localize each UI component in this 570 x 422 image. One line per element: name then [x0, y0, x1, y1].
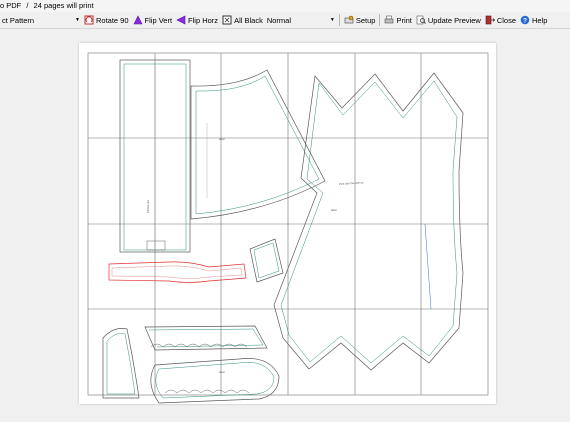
pattern-piece-curved-panel: label — [190, 69, 326, 220]
document-title: o PDF — [0, 1, 22, 10]
setup-label: Setup — [355, 15, 376, 25]
help-button[interactable]: ? Help — [518, 13, 549, 27]
setup-icon — [344, 15, 354, 24]
update-preview-icon — [416, 15, 426, 25]
mode-select[interactable]: Normal ▼ — [265, 14, 337, 26]
svg-text:label: label — [219, 370, 225, 374]
pattern-piece-body: Print with this side up label — [273, 72, 464, 371]
toolbar-separator — [379, 14, 381, 26]
status-bar: o PDF / 24 pages will print — [0, 0, 570, 12]
toolbar: ct Pattern ▼ Rotate 90 Flip Vert Flip Ho… — [0, 12, 570, 29]
pattern-piece-band — [144, 325, 268, 351]
flip-horz-label: Flip Horz — [188, 15, 219, 25]
pattern-select-value: ct Pattern — [2, 15, 35, 25]
svg-text:Print with this side up: Print with this side up — [339, 180, 364, 186]
close-label: Close — [496, 15, 516, 25]
dropdown-arrow-icon: ▼ — [329, 17, 335, 23]
pattern-select[interactable]: ct Pattern ▼ — [0, 14, 82, 26]
print-icon — [385, 15, 394, 24]
preview-sheet: Pattern text label Print with this side … — [79, 43, 496, 404]
close-icon — [485, 15, 495, 25]
toolbar-separator — [338, 14, 340, 26]
all-black-toggle[interactable]: All Black — [220, 13, 265, 27]
svg-text:label: label — [331, 208, 337, 212]
flip-vert-label: Flip Vert — [144, 15, 173, 25]
pattern-piece-red — [108, 261, 247, 283]
help-icon: ? — [520, 15, 530, 25]
rotate-button[interactable]: Rotate 90 — [82, 13, 131, 27]
mode-select-value: Normal — [266, 15, 291, 25]
print-label: Print — [396, 15, 412, 25]
all-black-label: All Black — [234, 15, 263, 25]
pattern-piece-small — [249, 238, 284, 283]
print-button[interactable]: Print — [382, 13, 413, 27]
title-separator: / — [26, 1, 29, 10]
pattern-preview: Pattern text label Print with this side … — [87, 52, 489, 404]
flip-horz-button[interactable]: Flip Horz — [174, 13, 220, 27]
flip-horz-icon — [176, 15, 186, 25]
flip-vert-icon — [133, 15, 143, 25]
close-button[interactable]: Close — [483, 13, 518, 27]
update-preview-button[interactable]: Update Preview — [414, 13, 483, 27]
flip-vert-button[interactable]: Flip Vert — [131, 13, 175, 27]
svg-text:Pattern text: Pattern text — [146, 199, 150, 213]
all-black-icon — [222, 15, 232, 25]
pattern-piece-strap: Pattern text — [119, 59, 191, 253]
print-preview-area[interactable]: Pattern text label Print with this side … — [0, 29, 570, 422]
rotate-label: Rotate 90 — [96, 15, 129, 25]
svg-text:label: label — [219, 137, 225, 141]
svg-text:?: ? — [523, 17, 527, 24]
setup-button[interactable]: Setup — [342, 13, 378, 27]
rotate-icon — [84, 15, 94, 25]
pages-info: 24 pages will print — [33, 1, 94, 10]
dropdown-arrow-icon: ▼ — [75, 17, 80, 23]
pattern-piece-sole: label — [150, 358, 280, 404]
update-preview-label: Update Preview — [427, 15, 481, 25]
help-label: Help — [532, 15, 548, 25]
pattern-piece-heel — [102, 328, 140, 399]
